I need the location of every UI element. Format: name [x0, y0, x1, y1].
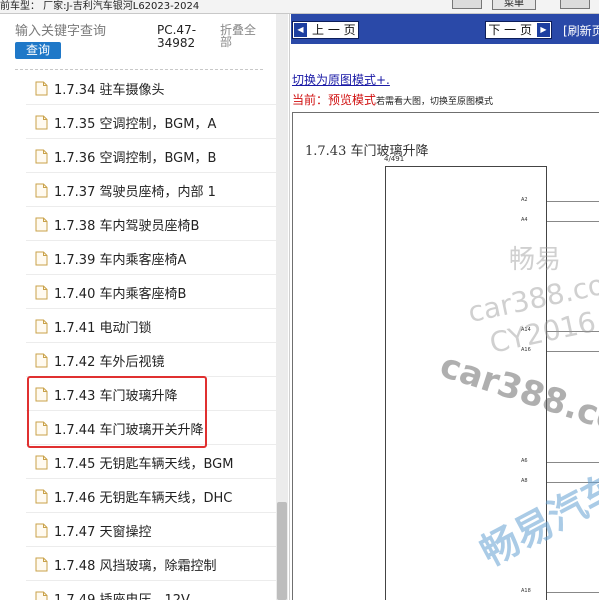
left-panel: 查询 PC.47-34982 折叠全部 1.7.34 驻车摄像头 1.7.35 空…	[0, 14, 290, 600]
tree-item-label: 1.7.40 车内乘客座椅B	[54, 286, 187, 302]
toolbar-button[interactable]	[452, 0, 482, 9]
tree-item[interactable]: 1.7.34 驻车摄像头	[26, 72, 276, 105]
next-page-label: 下 一 页	[488, 23, 532, 37]
switch-original-mode-link[interactable]: 切换为原图模式+.	[292, 71, 390, 88]
pin-label: A8	[521, 478, 528, 484]
document-icon	[35, 183, 48, 198]
tree-item-label: 1.7.36 空调控制，BGM，B	[54, 150, 217, 166]
document-icon	[35, 353, 48, 368]
tree-item[interactable]: 1.7.40 车内乘客座椅B	[26, 276, 276, 309]
next-page-button[interactable]: 下 一 页 ▶	[485, 21, 552, 39]
document-icon	[35, 557, 48, 572]
pin-wire	[547, 351, 599, 352]
arrow-right-icon: ▶	[537, 23, 550, 37]
document-icon	[35, 387, 48, 402]
document-icon	[35, 455, 48, 470]
app-window: 前车型： 厂家:J-吉利汽车银河L62023-2024 菜单 查询 PC.47-…	[0, 0, 599, 600]
document-icon	[35, 319, 48, 334]
current-mode-hint: 若需看大图，切换至原图模式	[376, 97, 494, 107]
tree-item-label: 1.7.39 车内乘客座椅A	[54, 252, 187, 268]
tree-item[interactable]: 1.7.47 天窗操控	[26, 514, 276, 547]
pin-wire	[547, 462, 599, 463]
tree-item[interactable]: 1.7.37 驾驶员座椅，内部 1	[26, 174, 276, 207]
tree-item-label: 1.7.42 车外后视镜	[54, 354, 165, 370]
pin-label: A4	[521, 217, 528, 223]
menu-button[interactable]: 菜单	[492, 0, 536, 10]
top-toolbar: 前车型： 厂家:J-吉利汽车银河L62023-2024 菜单	[0, 0, 599, 14]
document-icon	[35, 251, 48, 266]
tree-item-label: 1.7.44 车门玻璃开关升降	[54, 422, 204, 438]
pin-label: A14	[521, 327, 531, 333]
tree-item[interactable]: 1.7.44 车门玻璃开关升降	[26, 412, 276, 445]
prev-page-button[interactable]: ◀ 上 一 页	[292, 21, 359, 39]
document-icon	[35, 115, 48, 130]
current-mode-label: 当前：预览模式	[292, 93, 377, 107]
arrow-left-icon: ◀	[294, 23, 307, 37]
refresh-page-button[interactable]: [刷新页	[563, 22, 599, 39]
document-icon	[35, 591, 48, 600]
tree-item[interactable]: 1.7.41 电动门锁	[26, 310, 276, 343]
toolbar-button[interactable]	[560, 0, 590, 9]
tree-item-label: 1.7.45 无钥匙车辆天线，BGM	[54, 456, 234, 472]
tree-item[interactable]: 1.7.45 无钥匙车辆天线，BGM	[26, 446, 276, 479]
tree-item-label: 1.7.46 无钥匙车辆天线，DHC	[54, 490, 233, 506]
pc-code-label: PC.47-34982	[157, 23, 197, 50]
tree-item[interactable]: 1.7.42 车外后视镜	[26, 344, 276, 377]
pin-label: A18	[521, 588, 531, 594]
document-icon	[35, 489, 48, 504]
document-icon	[35, 149, 48, 164]
page-nav-bar: ◀ 上 一 页 下 一 页 ▶ [刷新页	[291, 14, 599, 44]
document-icon	[35, 285, 48, 300]
document-icon	[35, 523, 48, 538]
prev-page-label: 上 一 页	[312, 23, 356, 37]
tree-item-label: 1.7.43 车门玻璃升降	[54, 388, 178, 404]
tree-item[interactable]: 1.7.48 风挡玻璃，除霜控制	[26, 548, 276, 581]
tree-item[interactable]: 1.7.36 空调控制，BGM，B	[26, 140, 276, 173]
wiring-diagram	[385, 166, 547, 600]
tree-item[interactable]: 1.7.39 车内乘客座椅A	[26, 242, 276, 275]
tree-item[interactable]: 1.7.46 无钥匙车辆天线，DHC	[26, 480, 276, 513]
tree-item-label: 1.7.47 天窗操控	[54, 524, 152, 540]
divider	[15, 69, 263, 70]
tree-item-label: 1.7.35 空调控制，BGM，A	[54, 116, 217, 132]
tree-item-label: 1.7.49 插座电压，12V	[54, 592, 190, 600]
tree-item[interactable]: 1.7.38 车内驾驶员座椅B	[26, 208, 276, 241]
tree-item-label: 1.7.34 驻车摄像头	[54, 82, 165, 98]
diagram-number: 4/491	[384, 155, 405, 163]
pin-label: A2	[521, 197, 528, 203]
document-icon	[35, 421, 48, 436]
tree-item[interactable]: 1.7.49 插座电压，12V	[26, 582, 276, 600]
document-title: 1.7.43 车门玻璃升降	[305, 144, 429, 159]
tree-item-label: 1.7.38 车内驾驶员座椅B	[54, 218, 200, 234]
document-icon	[35, 81, 48, 96]
tree-item[interactable]: 1.7.35 空调控制，BGM，A	[26, 106, 276, 139]
tree-item-label: 1.7.41 电动门锁	[54, 320, 152, 336]
pin-wire	[547, 592, 599, 593]
pin-label: A16	[521, 347, 531, 353]
pin-wire	[547, 201, 599, 202]
current-mode-line: 当前：预览模式若需看大图，切换至原图模式	[292, 89, 493, 108]
pin-label: A6	[521, 458, 528, 464]
tree-item-label: 1.7.48 风挡玻璃，除霜控制	[54, 558, 217, 574]
scrollbar-thumb[interactable]	[277, 502, 287, 600]
document-viewer: ◀ 上 一 页 下 一 页 ▶ [刷新页 切换为原图模式+. 当前：预览模式若需…	[291, 14, 599, 600]
tree-item[interactable]: 1.7.43 车门玻璃升降	[26, 378, 276, 411]
pin-wire	[547, 482, 599, 483]
pin-wire	[547, 221, 599, 222]
tree-item-label: 1.7.37 驾驶员座椅，内部 1	[54, 184, 216, 200]
search-input[interactable]	[15, 22, 145, 40]
collapse-all-button[interactable]: 折叠全部	[220, 24, 264, 48]
current-vehicle-label: 前车型： 厂家:J-吉利汽车银河L62023-2024	[0, 1, 200, 12]
scrollbar[interactable]	[276, 14, 288, 600]
document-icon	[35, 217, 48, 232]
query-button[interactable]: 查询	[15, 42, 61, 59]
pin-wire	[547, 331, 599, 332]
